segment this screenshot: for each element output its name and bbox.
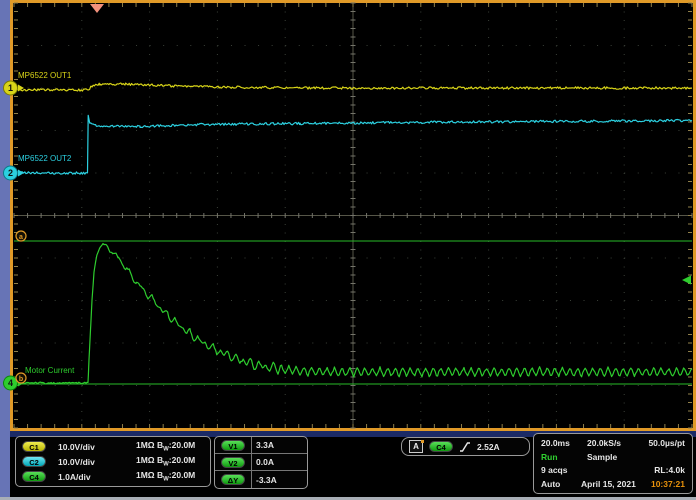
acq-state-row: Run Sample — [541, 450, 685, 464]
ch1-settings-row: C1 10.0V/div 1MΩ BW:20.0M — [22, 439, 204, 454]
time-resolution: 50.0µs/pt — [648, 438, 685, 448]
ch2-settings-row: C2 10.0V/div 1MΩ BW:20.0M — [22, 454, 204, 469]
dy-value: -3.3A — [251, 471, 307, 488]
dy-badge[interactable]: ΔY — [221, 474, 245, 485]
cursor-v1-row: V1 3.3A — [215, 437, 307, 454]
ch4-trace-label: Motor Current — [25, 366, 75, 375]
ch1-marker[interactable]: 1 — [4, 81, 25, 95]
trigger-readout-panel[interactable]: A C4 2.52A — [401, 437, 530, 456]
trigger-level-value: 2.52A — [477, 442, 500, 452]
channel-settings-panel: C1 10.0V/div 1MΩ BW:20.0M C2 10.0V/div 1… — [15, 436, 211, 487]
acq-count-row: 9 acqs RL:4.0k — [541, 464, 685, 478]
v2-value: 0.0A — [251, 454, 307, 470]
trigger-level-arrow[interactable] — [682, 276, 691, 285]
run-status: Run — [541, 452, 587, 462]
acquisition-panel: 20.0ms 20.0kS/s 50.0µs/pt Run Sample 9 a… — [533, 433, 693, 494]
acq-count: 9 acqs — [541, 465, 567, 475]
ch1-trace-label: MP6522 OUT1 — [18, 71, 72, 80]
cursor-readout-panel: V1 3.3A V2 0.0A ΔY -3.3A — [214, 436, 308, 489]
cursor-dy-row: ΔY -3.3A — [215, 471, 307, 488]
trigger-source-badge[interactable]: C4 — [429, 441, 453, 452]
acq-mode: Sample — [587, 452, 617, 462]
ch1-impedance-bw: 1MΩ BW:20.0M — [136, 440, 204, 453]
ch1-marker-label: 1 — [8, 83, 13, 93]
cursor-v2-row: V2 0.0A — [215, 454, 307, 471]
ch2-trace-label: MP6522 OUT2 — [18, 154, 72, 163]
cursor-b-label: b — [19, 376, 23, 383]
sample-rate: 20.0kS/s — [587, 438, 621, 448]
ch4-settings-row: C4 1.0A/div 1MΩ BW:20.0M — [22, 469, 204, 484]
ch2-impedance-bw: 1MΩ BW:20.0M — [136, 455, 204, 468]
trigger-mode: Auto — [541, 479, 581, 489]
record-length: RL:4.0k — [654, 465, 685, 475]
ch4-impedance-bw: 1MΩ BW:20.0M — [136, 470, 204, 483]
timebase-row: 20.0ms 20.0kS/s 50.0µs/pt — [541, 436, 685, 450]
v2-badge[interactable]: V2 — [221, 457, 245, 468]
v1-badge[interactable]: V1 — [221, 440, 245, 451]
cursor-a-label: a — [19, 234, 23, 241]
cursor-a-marker[interactable]: a — [16, 231, 26, 241]
waveform-display: 1 2 4 a b MP6522 OUT1 MP6522 OUT2 Motor … — [0, 0, 696, 431]
ch2-marker-label: 2 — [8, 168, 13, 178]
trigger-a-badge[interactable]: A — [409, 440, 423, 453]
ch4-scale: 1.0A/div — [58, 472, 136, 482]
ch1-scale: 10.0V/div — [58, 442, 136, 452]
ch4-marker-label: 4 — [8, 378, 13, 388]
oscilloscope-screen: { "scope": { "labels": { "ch1": "MP6522 … — [0, 0, 696, 500]
date-text: April 15, 2021 — [581, 479, 636, 489]
horizontal-scale: 20.0ms — [541, 438, 587, 448]
graticule-grid — [14, 3, 692, 428]
trig-mode-row: Auto April 15, 2021 10:37:21 — [541, 477, 685, 491]
ch4-badge[interactable]: C4 — [22, 471, 46, 482]
ch2-badge[interactable]: C2 — [22, 456, 46, 467]
trigger-position-marker[interactable] — [90, 4, 104, 13]
time-text: 10:37:21 — [651, 479, 685, 489]
ch2-scale: 10.0V/div — [58, 457, 136, 467]
ch2-marker[interactable]: 2 — [4, 166, 25, 180]
v1-value: 3.3A — [251, 437, 307, 453]
ch1-badge[interactable]: C1 — [22, 441, 46, 452]
rising-edge-icon — [459, 441, 471, 453]
